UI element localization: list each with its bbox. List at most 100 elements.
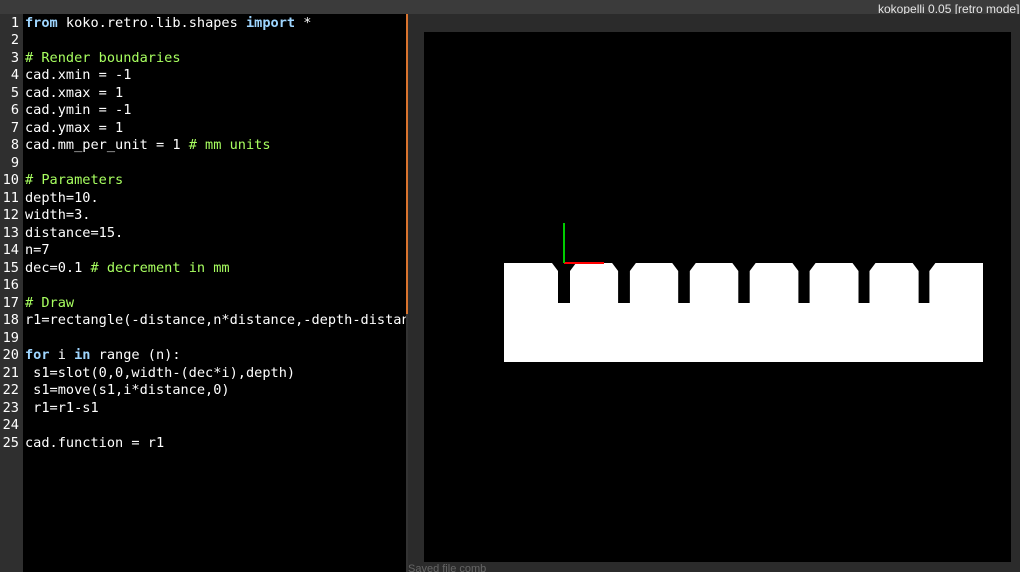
code-editor[interactable]: 1 from koko.retro.lib.shapes import * 2 3 # … [0, 14, 406, 572]
comment-token: # Parameters [25, 172, 124, 188]
code-line[interactable]: 6 cad.ymin = -1 [0, 102, 406, 120]
code-token: dec=0.1 [25, 259, 91, 276]
code-line[interactable]: 3 # Render boundaries [0, 50, 406, 68]
code-token: n=7 [25, 242, 50, 258]
code-token: cad.xmax = 1 [25, 84, 124, 101]
line-number: 2 [10, 32, 19, 48]
line-number: 18 [2, 312, 19, 328]
code-text: n=7 [25, 242, 50, 260]
code-token: * [295, 14, 312, 31]
code-text: r1=r1-s1 [25, 400, 99, 418]
code-line[interactable]: 24 [0, 417, 406, 435]
status-message: Saved file comb [408, 564, 487, 572]
code-token: cad.ymax = 1 [25, 119, 124, 136]
render-svg [504, 223, 983, 362]
keyword-token: import [246, 14, 296, 31]
code-text: for i in range (n): [25, 347, 181, 365]
code-line[interactable]: 17 # Draw [0, 295, 406, 313]
code-line[interactable]: 2 [0, 32, 406, 50]
code-text: cad.function = r1 [25, 435, 164, 453]
line-number: 1 [10, 14, 19, 31]
keyword-token: for [25, 347, 50, 363]
render-viewport[interactable] [424, 32, 1011, 562]
line-number: 9 [10, 154, 19, 171]
line-number: 21 [2, 364, 19, 381]
line-number: 25 [2, 434, 19, 451]
code-text: # Draw [25, 295, 74, 313]
code-token: cad.mm_per_unit = 1 [25, 137, 189, 153]
code-line[interactable]: 11 depth=10. [0, 190, 406, 208]
line-number: 7 [10, 119, 19, 136]
code-token: s1=slot(0,0,width-(dec*i),depth) [25, 364, 296, 381]
line-number: 20 [2, 347, 19, 363]
comment-token: # Render boundaries [25, 49, 181, 66]
code-line[interactable]: 21 s1=slot(0,0,width-(dec*i),depth) [0, 365, 406, 383]
code-text: from koko.retro.lib.shapes import * [25, 15, 311, 33]
comb-shape [504, 263, 983, 362]
line-number: 16 [2, 277, 19, 293]
code-line[interactable]: 5 cad.xmax = 1 [0, 85, 406, 103]
line-number: 24 [2, 417, 19, 433]
code-line[interactable]: 8 cad.mm_per_unit = 1 # mm units [0, 137, 406, 155]
line-number: 22 [2, 382, 19, 398]
code-token: distance=15. [25, 224, 124, 241]
code-text: depth=10. [25, 190, 99, 208]
code-text: cad.xmax = 1 [25, 85, 123, 103]
code-line[interactable]: 13 distance=15. [0, 225, 406, 243]
code-token: range (n): [90, 347, 181, 363]
line-number: 13 [2, 224, 19, 241]
code-token: depth=10. [25, 189, 99, 206]
comment-token: # Draw [25, 294, 75, 311]
line-number: 19 [2, 329, 19, 346]
comment-token: # mm units [188, 137, 271, 153]
line-number: 12 [2, 207, 19, 223]
line-number: 11 [2, 189, 19, 206]
line-number: 10 [2, 172, 19, 188]
code-text: distance=15. [25, 225, 123, 243]
code-text: cad.ymin = -1 [25, 102, 131, 120]
code-line[interactable]: 15 dec=0.1 # decrement in mm [0, 260, 406, 278]
code-text: cad.xmin = -1 [25, 67, 131, 85]
code-line[interactable]: 20 for i in range (n): [0, 347, 406, 365]
code-line[interactable]: 25 cad.function = r1 [0, 435, 406, 453]
code-text: s1=slot(0,0,width-(dec*i),depth) [25, 365, 295, 383]
code-token: width=3. [25, 207, 91, 223]
keyword-token: in [74, 347, 91, 363]
code-line[interactable]: 19 [0, 330, 406, 348]
line-number: 3 [10, 49, 19, 66]
code-token: cad.function = r1 [25, 434, 165, 451]
code-line[interactable]: 7 cad.ymax = 1 [0, 120, 406, 138]
comment-token: # decrement in mm [90, 259, 230, 276]
code-token: i [49, 347, 75, 363]
code-token: r1=r1-s1 [25, 399, 99, 416]
code-line[interactable]: 12 width=3. [0, 207, 406, 225]
code-token: cad.ymin = -1 [25, 102, 132, 118]
code-text: dec=0.1 # decrement in mm [25, 260, 230, 278]
code-token: s1=move(s1,i*distance,0) [25, 382, 230, 398]
code-line[interactable]: 18 r1=rectangle(-distance,n*distance,-dep… [0, 312, 406, 330]
line-number: 17 [2, 294, 19, 311]
code-text: r1=rectangle(-distance,n*distance,-depth… [25, 312, 406, 330]
line-number: 6 [10, 102, 19, 118]
code-text: # Parameters [25, 172, 123, 190]
line-number: 23 [2, 399, 19, 416]
code-text: # Render boundaries [25, 50, 181, 68]
code-token: r1=rectangle(-distance,n*distance,-depth… [25, 312, 406, 328]
code-line[interactable]: 4 cad.xmin = -1 [0, 67, 406, 85]
code-line[interactable]: 9 [0, 155, 406, 173]
code-line[interactable]: 10 # Parameters [0, 172, 406, 190]
code-text: s1=move(s1,i*distance,0) [25, 382, 230, 400]
code-line[interactable]: 22 s1=move(s1,i*distance,0) [0, 382, 406, 400]
code-line[interactable]: 14 n=7 [0, 242, 406, 260]
code-line[interactable]: 1 from koko.retro.lib.shapes import * [0, 15, 406, 33]
code-token: koko.retro.lib.shapes [57, 14, 246, 31]
code-token: cad.xmin = -1 [25, 67, 132, 83]
code-line[interactable]: 23 r1=r1-s1 [0, 400, 406, 418]
line-number: 4 [10, 67, 19, 83]
code-text: cad.mm_per_unit = 1 # mm units [25, 137, 271, 155]
top-bar [0, 0, 1020, 14]
code-line[interactable]: 16 [0, 277, 406, 295]
line-number: 14 [2, 242, 19, 258]
line-number: 15 [2, 259, 19, 276]
code-text: width=3. [25, 207, 90, 225]
